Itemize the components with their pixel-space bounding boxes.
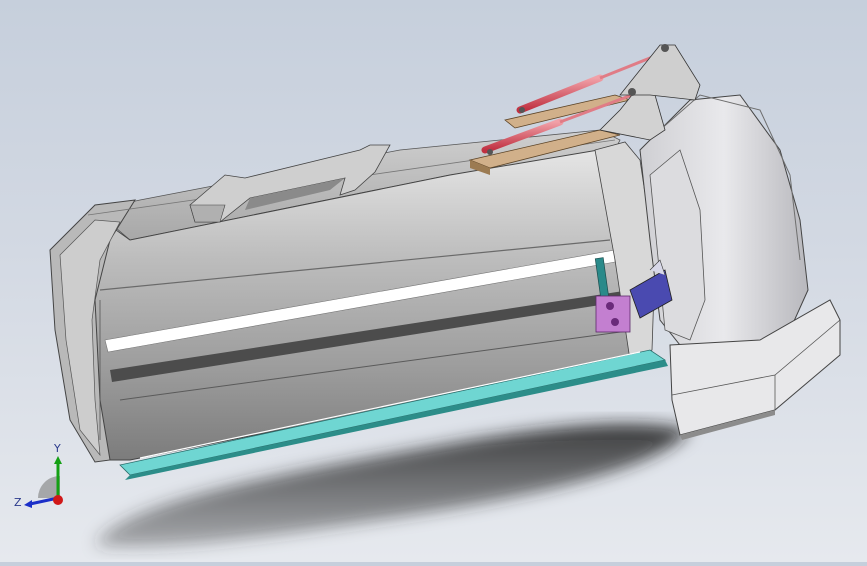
drive-housing[interactable] [639, 94, 841, 440]
z-axis-label: Z [14, 496, 22, 509]
axis-triad: Y Z [14, 442, 63, 509]
model-canvas[interactable] [0, 0, 867, 562]
y-axis-label: Y [53, 442, 61, 455]
x-axis-icon [53, 495, 63, 505]
tank-body[interactable] [49, 129, 656, 463]
cad-viewport[interactable]: Y Z [0, 0, 867, 562]
